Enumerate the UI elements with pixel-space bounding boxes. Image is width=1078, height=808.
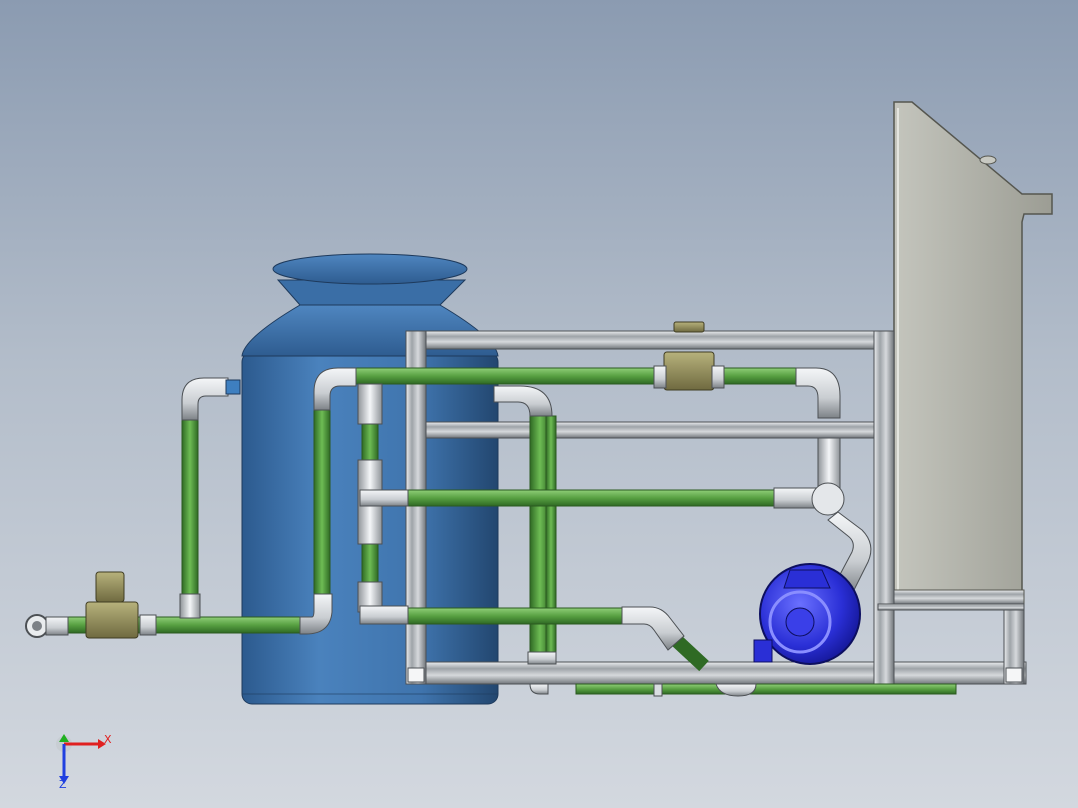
triad-x-label: X [104,733,112,746]
coordinate-triad [56,734,106,784]
graphics-viewport[interactable]: X Z [0,0,1078,808]
control-cabinet[interactable] [893,101,1053,605]
solenoid-valve[interactable] [85,571,157,639]
cad-model-scene[interactable] [0,0,1078,808]
centrifugal-pump[interactable] [753,563,861,665]
triad-z-label: Z [59,778,67,791]
